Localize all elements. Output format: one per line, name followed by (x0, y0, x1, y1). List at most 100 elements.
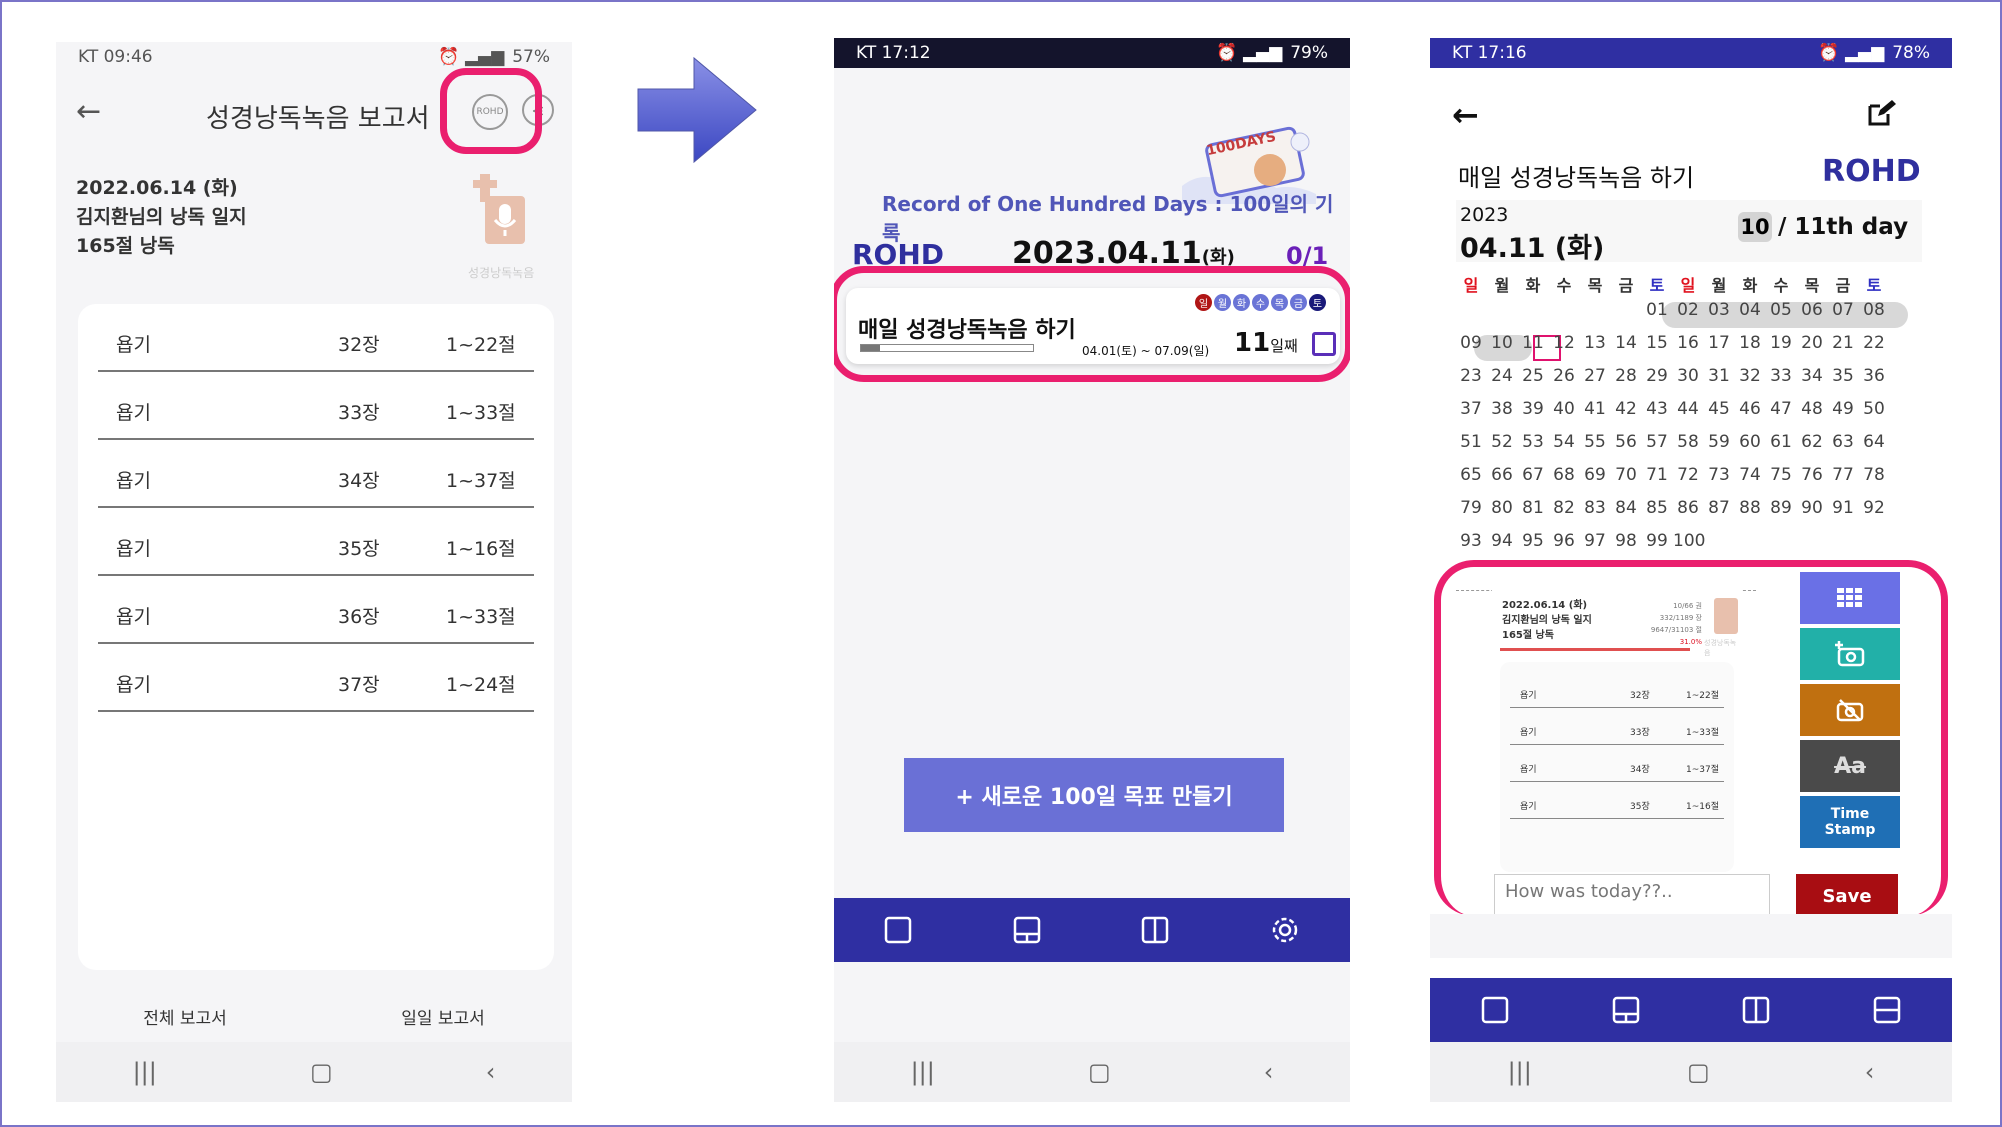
calendar-day[interactable]: 43 (1642, 399, 1672, 419)
calendar-day[interactable]: 95 (1518, 531, 1548, 551)
calendar-day[interactable]: 17 (1704, 333, 1734, 353)
calendar-day[interactable]: 31 (1704, 366, 1734, 386)
calendar-day[interactable]: 52 (1487, 432, 1517, 452)
calendar-day[interactable]: 39 (1518, 399, 1548, 419)
calendar-day[interactable]: 90 (1797, 498, 1827, 518)
calendar-day[interactable]: 53 (1518, 432, 1548, 452)
home-icon[interactable]: ▢ (310, 1058, 333, 1086)
calendar-day[interactable]: 86 (1673, 498, 1703, 518)
tab-split-vertical-icon[interactable] (1742, 996, 1770, 1024)
home-icon[interactable]: ▢ (1687, 1058, 1710, 1086)
calendar-day[interactable]: 24 (1487, 366, 1517, 386)
home-icon[interactable]: ▢ (1088, 1058, 1111, 1086)
new-goal-button[interactable]: + 새로운 100일 목표 만들기 (904, 758, 1284, 832)
calendar-day[interactable]: 79 (1456, 498, 1486, 518)
calendar-day[interactable]: 91 (1828, 498, 1858, 518)
calendar-day[interactable]: 02 (1673, 300, 1703, 320)
calendar-day[interactable]: 33 (1766, 366, 1796, 386)
settings-gear-icon[interactable] (1270, 915, 1300, 945)
calendar-day[interactable]: 41 (1580, 399, 1610, 419)
calendar-day[interactable]: 11 (1518, 333, 1548, 353)
calendar-day[interactable]: 32 (1735, 366, 1765, 386)
calendar-day[interactable]: 45 (1704, 399, 1734, 419)
calendar-day[interactable]: 64 (1859, 432, 1889, 452)
calendar-day[interactable]: 81 (1518, 498, 1548, 518)
calendar-day[interactable]: 05 (1766, 300, 1796, 320)
calendar-day[interactable]: 49 (1828, 399, 1858, 419)
calendar-day[interactable]: 46 (1735, 399, 1765, 419)
calendar-day[interactable]: 40 (1549, 399, 1579, 419)
calendar-day[interactable]: 51 (1456, 432, 1486, 452)
calendar-day[interactable]: 99 (1642, 531, 1672, 551)
tab-single-view-icon[interactable] (884, 916, 912, 944)
calendar-day[interactable]: 36 (1859, 366, 1889, 386)
calendar-day[interactable]: 01 (1642, 300, 1672, 320)
calendar-day[interactable]: 09 (1456, 333, 1486, 353)
calendar-day[interactable]: 85 (1642, 498, 1672, 518)
recent-apps-icon[interactable]: ||| (1508, 1058, 1532, 1086)
calendar-day[interactable]: 92 (1859, 498, 1889, 518)
calendar-day[interactable]: 22 (1859, 333, 1889, 353)
calendar-day[interactable]: 12 (1549, 333, 1579, 353)
calendar-day[interactable]: 13 (1580, 333, 1610, 353)
calendar-day[interactable]: 83 (1580, 498, 1610, 518)
calendar-day[interactable]: 20 (1797, 333, 1827, 353)
calendar-day[interactable]: 78 (1859, 465, 1889, 485)
calendar-day[interactable]: 19 (1766, 333, 1796, 353)
recent-apps-icon[interactable]: ||| (133, 1058, 157, 1086)
calendar-day[interactable]: 97 (1580, 531, 1610, 551)
calendar-day[interactable]: 67 (1518, 465, 1548, 485)
calendar-day[interactable]: 26 (1549, 366, 1579, 386)
calendar-day[interactable]: 47 (1766, 399, 1796, 419)
calendar-day[interactable]: 63 (1828, 432, 1858, 452)
back-arrow-icon[interactable]: ← (76, 94, 101, 129)
calendar-day[interactable]: 34 (1797, 366, 1827, 386)
calendar-day[interactable]: 42 (1611, 399, 1641, 419)
calendar-day[interactable]: 15 (1642, 333, 1672, 353)
calendar-day[interactable]: 62 (1797, 432, 1827, 452)
calendar-day[interactable]: 61 (1766, 432, 1796, 452)
calendar-day[interactable]: 58 (1673, 432, 1703, 452)
calendar-day[interactable]: 29 (1642, 366, 1672, 386)
calendar-day[interactable]: 82 (1549, 498, 1579, 518)
calendar-day[interactable]: 27 (1580, 366, 1610, 386)
calendar-day[interactable]: 44 (1673, 399, 1703, 419)
calendar-day[interactable]: 98 (1611, 531, 1641, 551)
calendar-day[interactable]: 07 (1828, 300, 1858, 320)
calendar-day[interactable]: 16 (1673, 333, 1703, 353)
tab-all-report[interactable]: 전체 보고서 (56, 990, 314, 1050)
calendar-day[interactable]: 37 (1456, 399, 1486, 419)
tab-single-view-icon[interactable] (1481, 996, 1509, 1024)
calendar-day[interactable]: 59 (1704, 432, 1734, 452)
recent-apps-icon[interactable]: ||| (911, 1058, 935, 1086)
back-icon[interactable]: ‹ (486, 1058, 496, 1086)
tab-daily-report[interactable]: 일일 보고서 (314, 990, 572, 1050)
tab-split-horizontal-icon[interactable] (1873, 996, 1901, 1024)
calendar-day[interactable]: 75 (1766, 465, 1796, 485)
calendar-day[interactable]: 73 (1704, 465, 1734, 485)
calendar-day[interactable]: 70 (1611, 465, 1641, 485)
calendar-day[interactable]: 08 (1859, 300, 1889, 320)
tab-split-vertical-icon[interactable] (1141, 916, 1169, 944)
calendar-day[interactable]: 48 (1797, 399, 1827, 419)
calendar-day[interactable]: 57 (1642, 432, 1672, 452)
calendar-day[interactable]: 18 (1735, 333, 1765, 353)
edit-icon[interactable] (1866, 98, 1896, 128)
calendar-day[interactable]: 71 (1642, 465, 1672, 485)
calendar-day[interactable]: 100 (1673, 531, 1705, 551)
tab-split-bottom-icon[interactable] (1612, 996, 1640, 1024)
calendar-day[interactable]: 65 (1456, 465, 1486, 485)
calendar-day[interactable]: 76 (1797, 465, 1827, 485)
hundred-day-calendar[interactable]: 01 02 03 04 05 06 07 08 09 10 11 12 13 14 15 16 17 18 19 20… (1456, 300, 1922, 600)
back-icon[interactable]: ‹ (1865, 1058, 1875, 1086)
calendar-day[interactable]: 89 (1766, 498, 1796, 518)
calendar-day[interactable]: 21 (1828, 333, 1858, 353)
calendar-day[interactable]: 72 (1673, 465, 1703, 485)
calendar-day[interactable]: 14 (1611, 333, 1641, 353)
calendar-day[interactable]: 55 (1580, 432, 1610, 452)
calendar-day[interactable]: 54 (1549, 432, 1579, 452)
back-icon[interactable]: ‹ (1264, 1058, 1274, 1086)
calendar-day[interactable]: 35 (1828, 366, 1858, 386)
calendar-day[interactable]: 56 (1611, 432, 1641, 452)
calendar-day[interactable]: 96 (1549, 531, 1579, 551)
